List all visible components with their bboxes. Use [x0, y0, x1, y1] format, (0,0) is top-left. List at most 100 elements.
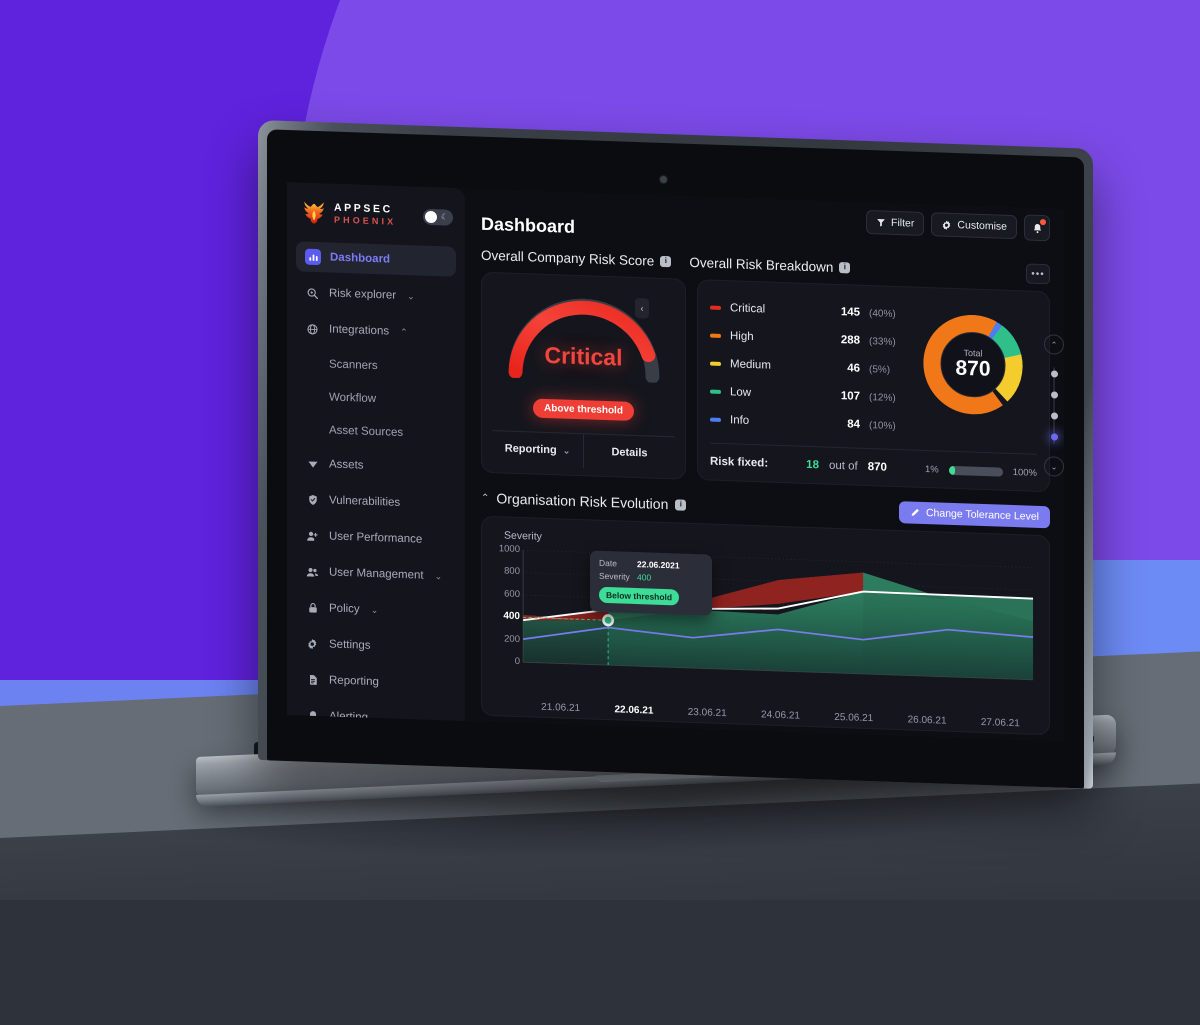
- progress-fill: [948, 465, 955, 475]
- info-icon[interactable]: i: [675, 498, 687, 511]
- tooltip-status-badge: Below threshold: [599, 586, 680, 606]
- filter-button[interactable]: Filter: [866, 209, 925, 236]
- tolerance-label: Change Tolerance Level: [925, 507, 1039, 523]
- risk-fixed-progressbar: [948, 465, 1003, 477]
- sidebar-item-settings[interactable]: Settings: [296, 628, 456, 664]
- y-tick: 600: [504, 588, 520, 600]
- filter-label: Filter: [891, 216, 915, 230]
- info-icon[interactable]: i: [839, 261, 851, 273]
- sidebar-subitem-label: Scanners: [329, 358, 378, 373]
- sidebar-subitem-asset-sources[interactable]: Asset Sources: [296, 415, 456, 449]
- sidebar-item-label: Dashboard: [330, 251, 391, 266]
- lock-icon: [305, 600, 320, 616]
- overall-risk-breakdown-label: Overall Risk Breakdown: [689, 254, 834, 275]
- y-tick: 200: [504, 633, 520, 645]
- sidebar-item-vulnerabilities[interactable]: Vulnerabilities: [296, 484, 456, 520]
- chevron-up-icon: ⌃: [400, 326, 408, 337]
- legend-name: Info: [730, 414, 750, 427]
- x-tick: 27.06.21: [980, 716, 1020, 730]
- x-tick: 21.06.21: [541, 701, 581, 715]
- sidebar-item-integrations[interactable]: Integrations ⌃: [296, 313, 456, 349]
- reporting-label: Reporting: [504, 442, 557, 457]
- color-swatch: [710, 361, 721, 366]
- sidebar-item-dashboard[interactable]: Dashboard: [296, 241, 456, 277]
- sidebar-item-assets[interactable]: Assets: [296, 448, 456, 484]
- color-swatch: [710, 333, 721, 338]
- sidebar-collapse-button[interactable]: ‹: [635, 298, 649, 319]
- page-dot[interactable]: [1050, 391, 1058, 399]
- sidebar-item-risk-explorer[interactable]: Risk explorer ⌄: [296, 277, 456, 313]
- page-dot[interactable]: [1050, 412, 1058, 420]
- sidebar-item-label: Policy: [329, 602, 360, 616]
- shield-check-icon: [305, 492, 320, 508]
- sidebar: APPSEC PHOENIX ☾ Dashboard Risk explorer…: [287, 182, 465, 724]
- sidebar-item-label: Reporting: [329, 674, 379, 689]
- sidebar-nav: Dashboard Risk explorer ⌄ Integrations ⌃…: [287, 241, 465, 736]
- filter-icon: [877, 218, 885, 227]
- tooltip-date-row: Date 22.06.2021: [599, 558, 703, 572]
- gear-icon: [943, 220, 951, 230]
- y-tick: 1000: [498, 543, 520, 556]
- legend-name: High: [730, 330, 754, 344]
- y-tick: 0: [514, 655, 520, 668]
- sidebar-item-label: Alerting: [329, 710, 368, 724]
- risk-breakdown-card: Critical 145 (40%) High 288 (33%) Medium…: [697, 279, 1050, 493]
- reporting-dropdown[interactable]: Reporting ⌄: [492, 431, 583, 468]
- scroll-up-button[interactable]: ⌃: [1044, 334, 1064, 355]
- risk-fixed-outof: out of: [828, 459, 858, 473]
- x-tick: 23.06.21: [687, 706, 727, 720]
- app-window: APPSEC PHOENIX ☾ Dashboard Risk explorer…: [287, 182, 1064, 742]
- theme-toggle[interactable]: ☾: [423, 208, 453, 226]
- globe-icon: [305, 321, 320, 337]
- page-dot[interactable]: [1050, 370, 1058, 378]
- dashboard-content: Overall Company Risk Score i Overall Ris…: [465, 244, 1064, 736]
- brand-logo: APPSEC PHOENIX ☾: [287, 182, 465, 231]
- sidebar-item-alerting[interactable]: Alerting: [296, 700, 456, 736]
- user-plus-icon: [305, 528, 320, 544]
- legend-percent: (10%): [869, 419, 896, 432]
- rail-line: [1053, 367, 1055, 444]
- diamond-icon: [305, 456, 320, 472]
- chevron-down-icon: ⌄: [407, 290, 415, 301]
- breakdown-body: Critical 145 (40%) High 288 (33%) Medium…: [710, 292, 1037, 445]
- moon-icon: ☾: [441, 212, 449, 222]
- risk-fixed-count: 18: [806, 458, 819, 472]
- legend-name: Medium: [730, 358, 771, 372]
- customise-button[interactable]: Customise: [931, 212, 1017, 240]
- threshold-status-badge: Above threshold: [533, 398, 634, 421]
- page-scroll-rail: ⌃ ⌄: [1041, 334, 1064, 477]
- tooltip-severity-row: Severity 400: [599, 571, 703, 585]
- x-tick: 26.06.21: [907, 714, 947, 727]
- sidebar-item-policy[interactable]: Policy ⌄: [296, 592, 456, 628]
- brand-text: APPSEC PHOENIX: [334, 201, 396, 227]
- x-tick-selected: 22.06.21: [614, 704, 654, 717]
- toggle-knob: [425, 210, 437, 224]
- chart-svg: [522, 549, 1034, 681]
- brand-line-1: APPSEC: [334, 201, 393, 216]
- sidebar-item-user-performance[interactable]: User Performance: [296, 520, 456, 556]
- chevron-up-icon[interactable]: ⌃: [481, 492, 489, 503]
- legend-row-info[interactable]: Info 84 (10%): [710, 406, 911, 441]
- sidebar-item-reporting[interactable]: Reporting: [296, 664, 456, 700]
- sidebar-subitem-scanners[interactable]: Scanners: [296, 349, 456, 383]
- page-dot-active[interactable]: [1050, 433, 1058, 441]
- details-button[interactable]: Details: [583, 434, 675, 472]
- phoenix-logo-icon: [301, 199, 327, 226]
- change-tolerance-level-button[interactable]: Change Tolerance Level: [898, 501, 1050, 529]
- notifications-button[interactable]: [1024, 214, 1050, 242]
- sidebar-item-user-management[interactable]: User Management ⌄: [296, 556, 456, 592]
- risk-score-card: Critical Above threshold Reporting ⌄ Det…: [481, 271, 686, 480]
- risk-fixed-label: Risk fixed:: [710, 455, 769, 470]
- top-cards-row: Critical Above threshold Reporting ⌄ Det…: [481, 271, 1050, 493]
- risk-card-footer: Reporting ⌄ Details: [492, 430, 675, 472]
- risk-evolution-chart: 1000 800 600 400 200 0 Date 22.06.2021 S…: [494, 543, 1037, 717]
- sidebar-item-label: User Performance: [329, 530, 423, 546]
- more-options-button[interactable]: •••: [1026, 263, 1050, 285]
- overall-risk-score-label: Overall Company Risk Score: [481, 247, 655, 269]
- sidebar-subitem-workflow[interactable]: Workflow: [296, 382, 456, 416]
- info-icon[interactable]: i: [660, 255, 672, 267]
- chevron-down-icon: ⌄: [562, 445, 571, 456]
- legend-count: 46: [847, 362, 860, 375]
- scroll-down-button[interactable]: ⌄: [1044, 456, 1064, 477]
- color-swatch: [710, 305, 721, 310]
